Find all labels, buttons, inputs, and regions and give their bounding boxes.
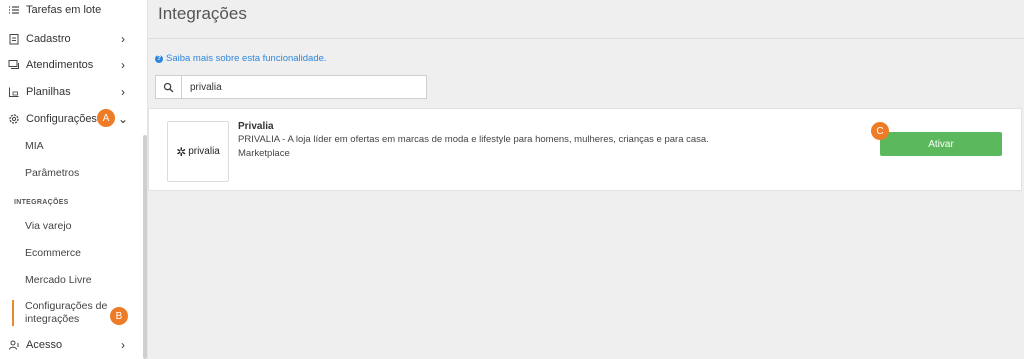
- help-link[interactable]: ? Saiba mais sobre esta funcionalidade.: [155, 53, 327, 64]
- privalia-logo: ✲ privalia: [167, 121, 229, 182]
- help-circle-icon: ?: [155, 54, 163, 63]
- sidebar-subitem-mia[interactable]: MIA: [25, 140, 44, 152]
- chevron-right-icon: ›: [121, 85, 125, 99]
- sidebar-item-planilhas[interactable]: Planilhas ›: [0, 79, 142, 105]
- sidebar-item-label: Planilhas: [26, 86, 71, 98]
- list-icon: [7, 4, 20, 17]
- integration-description: PRIVALIA - A loja líder em ofertas em ma…: [238, 134, 709, 145]
- search-input[interactable]: [190, 81, 420, 93]
- sidebar-item-acesso[interactable]: Acesso ›: [0, 332, 142, 358]
- chevron-right-icon: ›: [121, 58, 125, 72]
- chat-icon: [7, 59, 20, 72]
- active-indicator: [12, 300, 14, 326]
- sidebar-scrollbar[interactable]: [143, 135, 147, 359]
- integration-category: Marketplace: [238, 148, 290, 159]
- sidebar: Tarefas em lote Cadastro › Atendimentos …: [0, 0, 148, 359]
- sidebar-item-label: Acesso: [26, 339, 63, 351]
- sidebar-subitem-ecommerce[interactable]: Ecommerce: [25, 247, 81, 259]
- sidebar-item-label: Cadastro: [26, 33, 71, 45]
- help-link-text: Saiba mais sobre esta funcionalidade.: [166, 53, 327, 64]
- chevron-right-icon: ›: [121, 338, 125, 352]
- sidebar-subitem-label-line1: Configurações de: [25, 300, 108, 312]
- sidebar-subitem-via-varejo[interactable]: Via varejo: [25, 220, 72, 232]
- sidebar-item-tarefas-em-lote[interactable]: Tarefas em lote: [0, 0, 142, 23]
- logo-text: privalia: [188, 146, 220, 157]
- activate-button[interactable]: Ativar: [880, 132, 1002, 156]
- sidebar-item-atendimentos[interactable]: Atendimentos ›: [0, 52, 142, 78]
- sidebar-subitem-label-line2: integrações: [25, 313, 80, 325]
- sidebar-item-cadastro[interactable]: Cadastro ›: [0, 26, 142, 52]
- sidebar-subitem-configuracoes-de-integracoes[interactable]: Configurações de integrações: [25, 300, 107, 326]
- header-divider: [148, 38, 1024, 39]
- section-label-integracoes: INTEGRAÇÕES: [14, 199, 69, 206]
- page-title: Integrações: [158, 4, 247, 23]
- sidebar-item-label: Tarefas em lote: [26, 4, 102, 16]
- integration-card: ✲ privalia Privalia PRIVALIA - A loja lí…: [148, 108, 1022, 191]
- integration-name: Privalia: [238, 121, 274, 132]
- callout-a: A: [97, 109, 115, 127]
- search-box: [155, 75, 427, 99]
- asterisk-icon: ✲: [176, 144, 187, 159]
- sidebar-subitem-parametros[interactable]: Parâmetros: [25, 167, 79, 179]
- callout-b: B: [110, 307, 128, 325]
- sidebar-item-label: Atendimentos: [26, 59, 94, 71]
- users-icon: [7, 339, 20, 352]
- search-icon[interactable]: [156, 76, 182, 98]
- callout-c: C: [871, 122, 889, 140]
- chevron-down-icon: ⌄: [117, 112, 129, 126]
- chevron-right-icon: ›: [121, 32, 125, 46]
- gear-icon: [7, 113, 20, 126]
- sidebar-item-configuracoes[interactable]: Configurações ⌄: [0, 106, 142, 132]
- clipboard-icon: [7, 33, 20, 46]
- spreadsheet-icon: [7, 86, 20, 99]
- sidebar-subitem-mercado-livre[interactable]: Mercado Livre: [25, 274, 92, 286]
